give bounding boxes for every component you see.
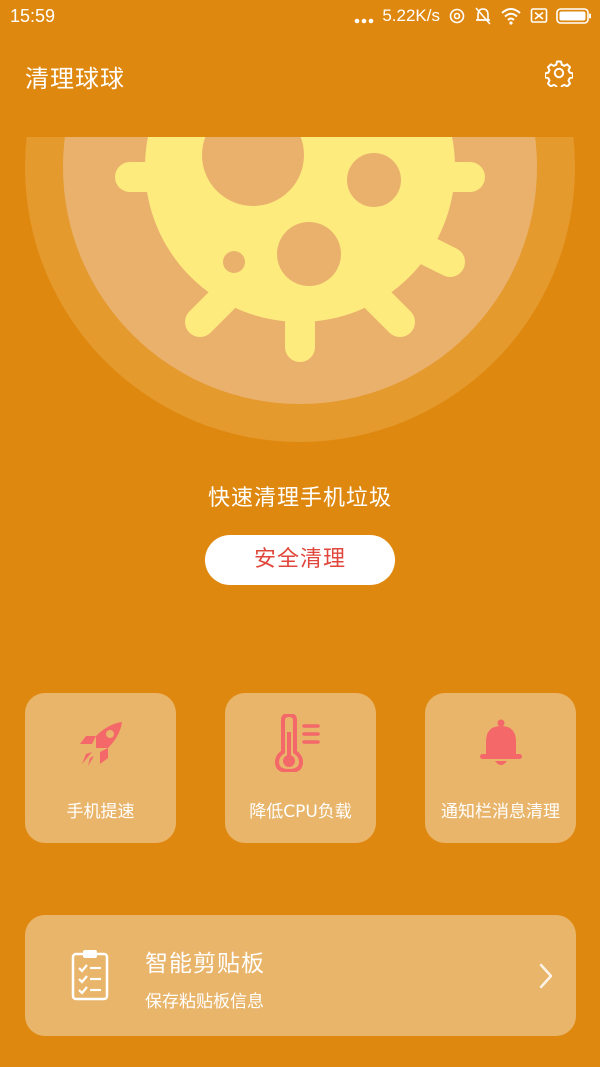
clipboard-title: 智能剪贴板 [145, 951, 265, 977]
more-dots-icon [355, 18, 374, 24]
mute-bell-icon [475, 7, 491, 25]
feature-label-cpu: 降低CPU负载 [249, 802, 352, 822]
battery-icon [556, 8, 591, 24]
feature-card-speed-up[interactable]: 手机提速 [25, 693, 176, 843]
rocket-icon [25, 715, 176, 771]
hotspot-icon [449, 8, 465, 24]
smart-clipboard-card[interactable]: 智能剪贴板 保存粘贴板信息 [25, 915, 576, 1036]
network-speed: 5.22K/s [382, 6, 440, 25]
hero-illustration [0, 137, 600, 447]
gear-icon[interactable] [545, 59, 573, 87]
status-bar: 15:59 5.22K/s [0, 0, 600, 34]
wifi-icon [501, 8, 521, 25]
app-screen: 15:59 5.22K/s 清理球球 快速清理手机垃圾 安全清理 手机提速 降低… [0, 0, 600, 1067]
no-sim-icon [530, 8, 548, 23]
tagline: 快速清理手机垃圾 [207, 486, 392, 511]
bell-icon [425, 715, 576, 771]
feature-label-speed-up: 手机提速 [66, 802, 135, 822]
status-time: 15:59 [10, 6, 56, 26]
virus-illustration [25, 137, 575, 442]
app-bar: 清理球球 [0, 44, 600, 106]
safe-clean-button[interactable]: 安全清理 [205, 535, 395, 585]
clipboard-icon [71, 950, 109, 1001]
feature-card-cpu[interactable]: 降低CPU负载 [225, 693, 376, 843]
chevron-right-icon[interactable] [538, 962, 554, 990]
app-title: 清理球球 [25, 65, 125, 93]
clipboard-subtitle: 保存粘贴板信息 [145, 992, 264, 1012]
settings-button[interactable] [544, 58, 574, 88]
thermometer-icon [225, 714, 376, 772]
status-icons: 5.22K/s [354, 5, 592, 27]
feature-card-notification[interactable]: 通知栏消息清理 [425, 693, 576, 843]
feature-label-notification: 通知栏消息清理 [441, 802, 560, 822]
